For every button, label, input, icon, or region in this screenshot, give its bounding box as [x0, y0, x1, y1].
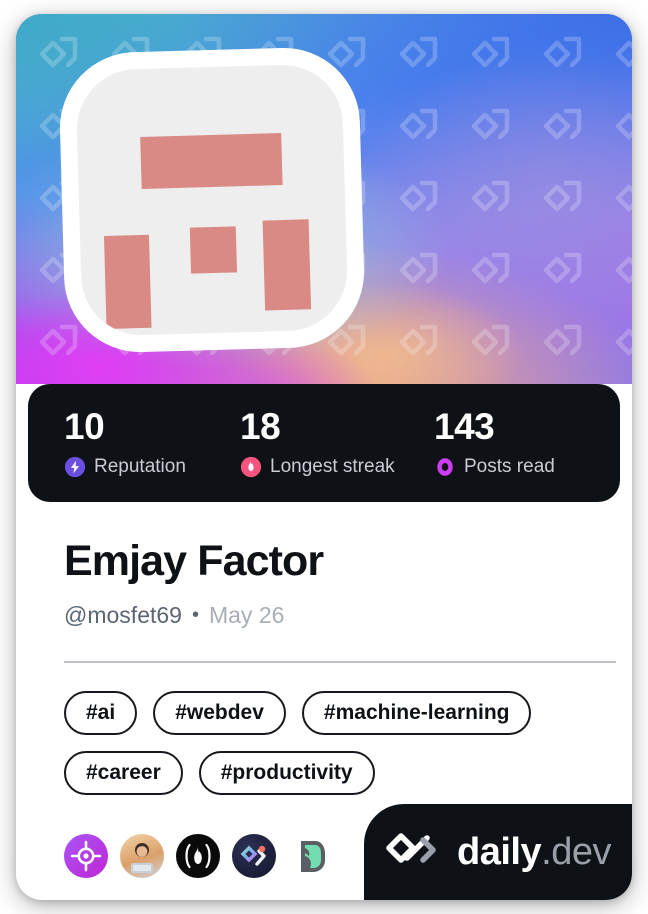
brand-tld: .dev [541, 831, 611, 873]
avatar-face [75, 63, 349, 337]
target-crosshair-source-icon[interactable] [64, 834, 108, 878]
tag-chip[interactable]: #webdev [153, 691, 286, 735]
avatar-shape-left [103, 234, 152, 329]
tag-chip[interactable]: #productivity [198, 751, 375, 795]
tag-chip[interactable]: #machine-learning [301, 691, 532, 735]
stat-posts-read-value: 143 [434, 406, 495, 447]
stat-reputation-value: 10 [64, 406, 105, 447]
avatar-shape-right [262, 219, 312, 311]
profile-meta: @mosfet69 • May 26 [64, 602, 632, 629]
meta-separator: • [191, 604, 199, 626]
flame-source-icon[interactable] [176, 834, 220, 878]
stat-longest-streak-value: 18 [240, 406, 281, 447]
stat-posts-read-label: Posts read [464, 456, 555, 477]
stat-reputation: 10 Reputation [64, 408, 240, 478]
stats-bar: 10 Reputation 18 Longest streak 143 Post… [28, 384, 620, 502]
avatar-shape-middle [189, 226, 238, 274]
daily-dev-wordmark: daily.dev [457, 833, 611, 871]
reputation-bolt-icon [64, 456, 86, 478]
stat-longest-streak: 18 Longest streak [240, 408, 434, 478]
daily-dev-logo-icon [386, 833, 436, 863]
brand-name: daily [457, 831, 542, 873]
avatar-shape-top [140, 133, 283, 189]
tag-chip[interactable]: #career [64, 751, 183, 795]
streak-flame-icon [240, 456, 262, 478]
divider [64, 661, 616, 663]
posts-read-eye-icon [437, 458, 453, 476]
daily-dev-brand-badge: daily.dev [364, 804, 632, 900]
tag-list: #ai #webdev #machine-learning #career #p… [64, 691, 604, 795]
colorful-marks-source-icon[interactable] [232, 834, 276, 878]
username: @mosfet69 [64, 602, 182, 628]
display-name: Emjay Factor [64, 537, 324, 585]
tag-chip[interactable]: #ai [64, 691, 138, 735]
green-leaf-d-source-icon[interactable] [288, 834, 332, 878]
cover-image [16, 14, 632, 384]
stat-posts-read: 143 Posts read [434, 408, 555, 478]
source-list [64, 834, 332, 878]
avatar [57, 45, 367, 355]
stat-reputation-label: Reputation [94, 456, 186, 477]
stat-longest-streak-label: Longest streak [270, 456, 395, 477]
profile-body: Emjay Factor @mosfet69 • May 26 #ai #web… [16, 502, 632, 795]
avatar-person-source-icon[interactable] [120, 834, 164, 878]
joined-date: May 26 [208, 602, 285, 628]
profile-card: 10 Reputation 18 Longest streak 143 Post… [16, 14, 632, 900]
